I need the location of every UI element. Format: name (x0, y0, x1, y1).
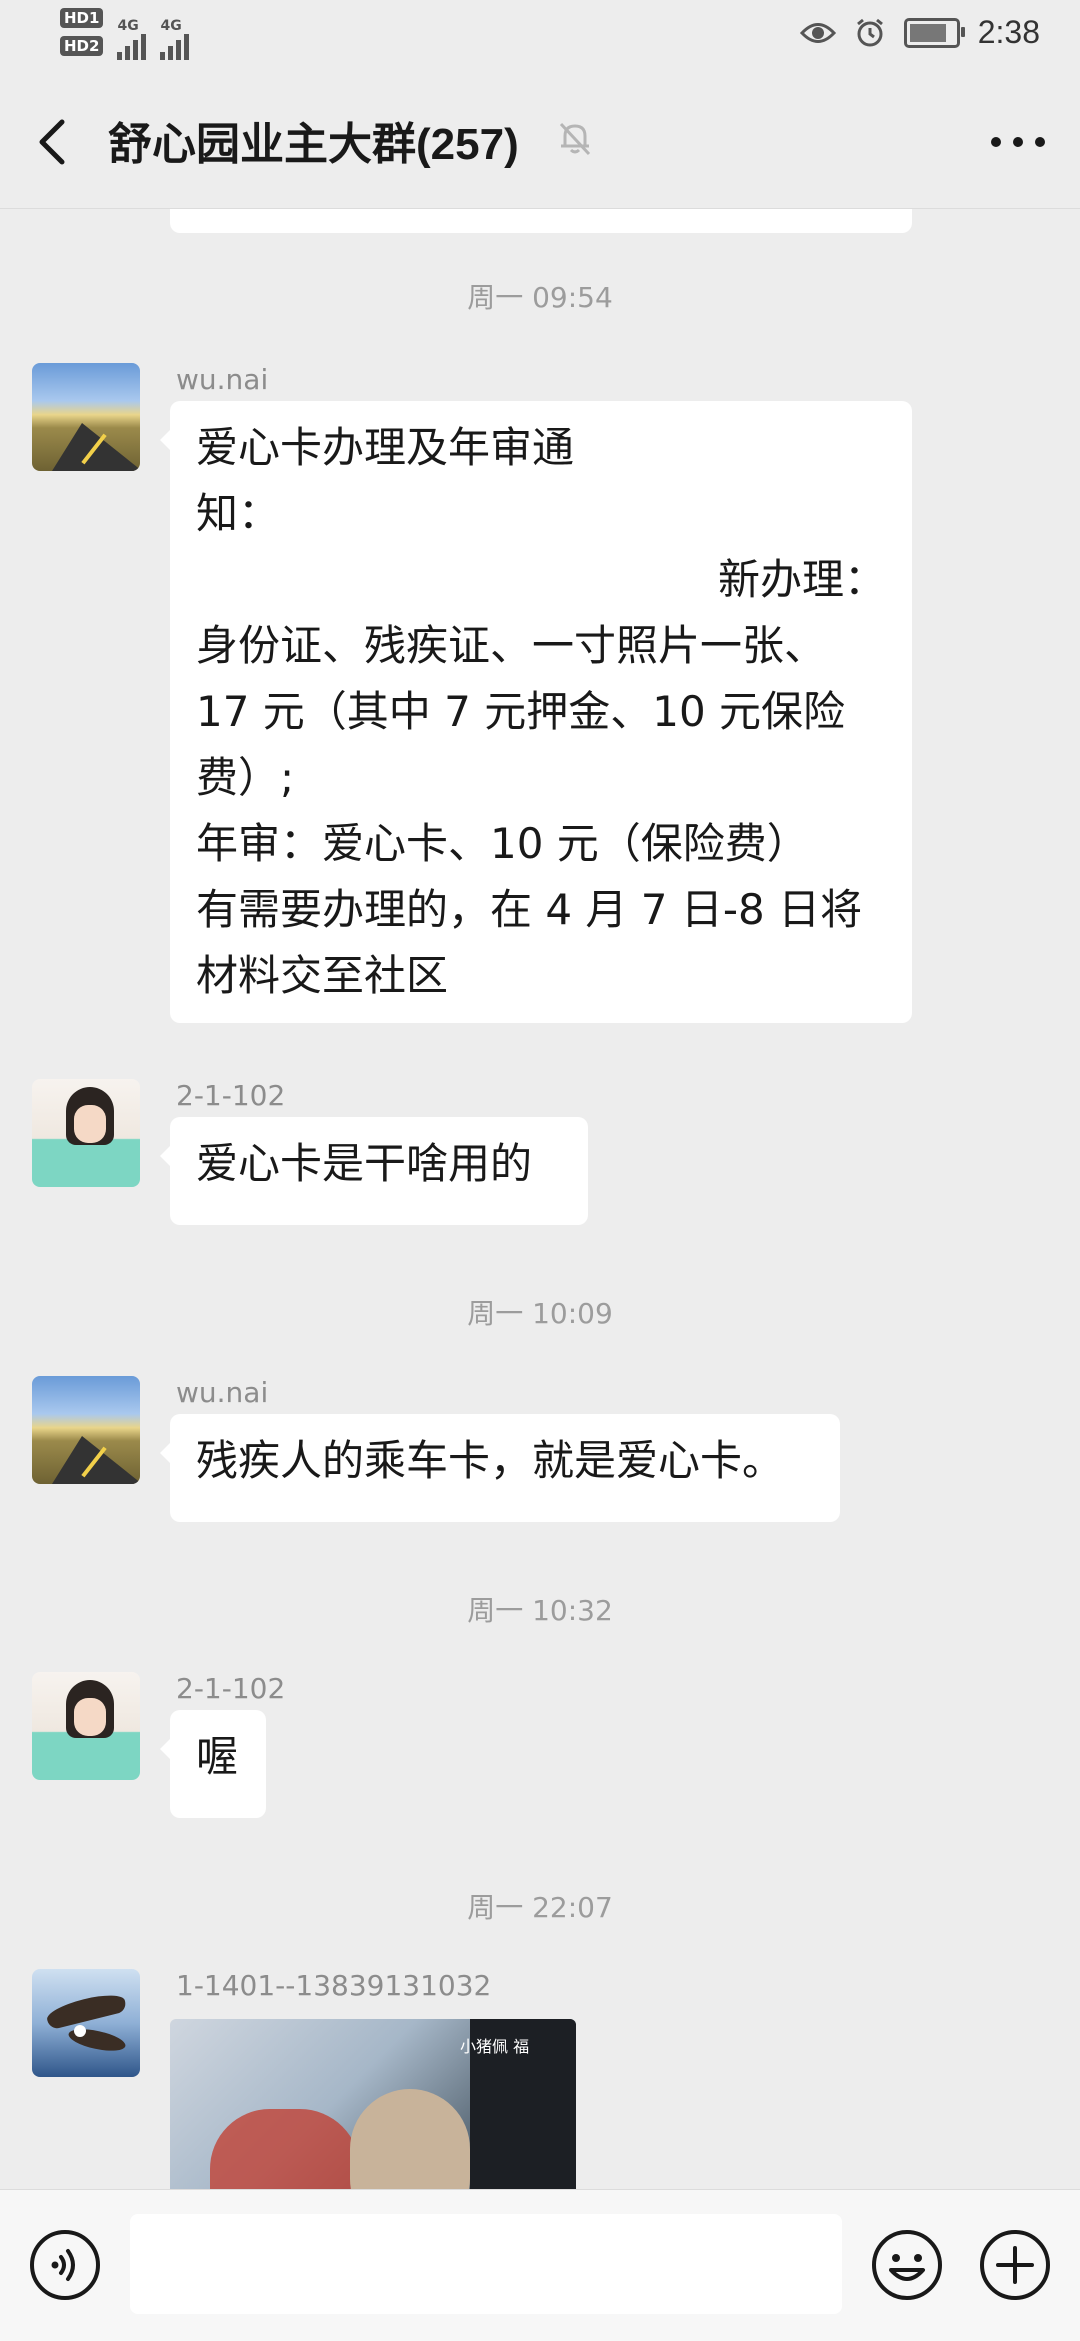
message-bubble[interactable]: 残疾人的乘车卡，就是爱心卡。 (160, 1414, 840, 1522)
sender-name: wu.nai (176, 363, 269, 396)
message-item: 2-1-102 喔 (32, 1672, 285, 1818)
signal-icon: 4G (160, 8, 190, 60)
status-right: 2:38 (799, 14, 1040, 51)
message-item: 1-1401--13839131032 小猪佩 福 (32, 1969, 576, 2189)
message-item: wu.nai 爱心卡办理及年审通 知： 新办理： 身份证、残疾证、一寸照片一张、… (32, 363, 912, 1023)
chat-title[interactable]: 舒心园业主大群(257) (108, 108, 519, 172)
emoji-icon[interactable] (870, 2228, 944, 2302)
avatar[interactable] (32, 1376, 140, 1484)
chat-messages[interactable]: 周一 09:54 wu.nai 爱心卡办理及年审通 知： 新办理： 身份证、残疾… (0, 209, 1080, 2189)
sim1-badge: HD1 (60, 8, 104, 28)
message-bubble[interactable]: 喔 (160, 1710, 266, 1818)
timestamp: 周一 09:54 (467, 281, 613, 314)
avatar[interactable] (32, 1079, 140, 1187)
sim2-badge: HD2 (60, 36, 104, 56)
timestamp: 周一 10:32 (467, 1594, 613, 1627)
status-time: 2:38 (977, 14, 1040, 50)
input-bar (0, 2189, 1080, 2341)
sender-name: wu.nai (176, 1376, 269, 1409)
chevron-left-icon[interactable] (28, 112, 78, 172)
chat-header: 舒心园业主大群(257) (0, 72, 1080, 209)
sender-name: 1-1401--13839131032 (176, 1969, 492, 2002)
timestamp: 周一 10:09 (467, 1297, 613, 1330)
sim-badges: HD1 HD2 (60, 8, 104, 56)
sender-name: 2-1-102 (176, 1079, 286, 1112)
eye-icon (799, 22, 836, 43)
plus-icon[interactable] (978, 2228, 1052, 2302)
sender-name: 2-1-102 (176, 1672, 286, 1705)
avatar[interactable] (32, 363, 140, 471)
signal-icon: 4G (117, 8, 147, 60)
voice-icon[interactable] (28, 2228, 102, 2302)
image-message[interactable]: 小猪佩 福 (170, 2019, 576, 2189)
alarm-icon (856, 18, 883, 46)
status-left: HD1 HD2 4G 4G (60, 8, 190, 60)
message-input[interactable] (130, 2214, 842, 2314)
timestamp: 周一 22:07 (467, 1891, 613, 1924)
ellipsis-icon[interactable] (986, 122, 1050, 162)
image-caption: 小猪佩 福 (460, 2037, 530, 2056)
status-bar: HD1 HD2 4G 4G 2:38 (0, 0, 1080, 72)
avatar[interactable] (32, 1969, 140, 2077)
avatar[interactable] (32, 1672, 140, 1780)
message-item: wu.nai 残疾人的乘车卡，就是爱心卡。 (32, 1376, 840, 1522)
message-bubble[interactable]: 爱心卡是干啥用的 (160, 1117, 588, 1225)
message-item: 2-1-102 爱心卡是干啥用的 (32, 1079, 588, 1225)
battery-icon (903, 17, 965, 48)
bell-off-icon (559, 122, 591, 156)
message-bubble[interactable]: 爱心卡办理及年审通 知： 新办理： 身份证、残疾证、一寸照片一张、 17 元（其… (160, 401, 912, 1023)
previous-bubble-edge (170, 209, 912, 233)
